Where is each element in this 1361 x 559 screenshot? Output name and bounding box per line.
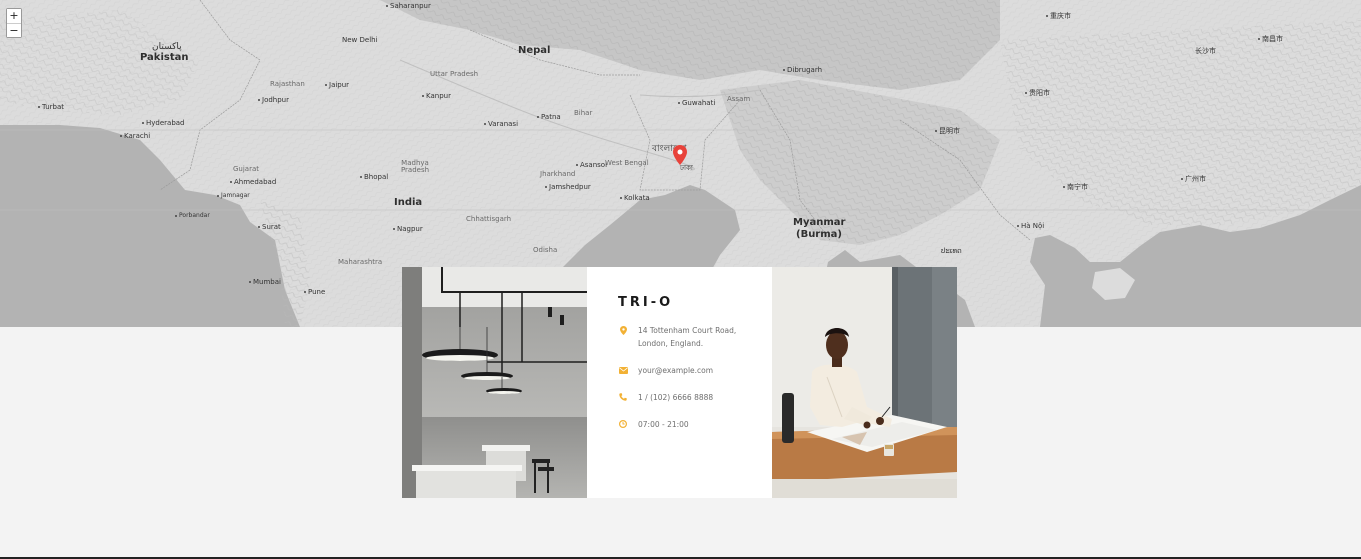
map-label: Jharkhand	[540, 170, 576, 178]
phone-text[interactable]: 1 / (102) 6666 8888	[638, 391, 713, 404]
email-link[interactable]: your@example.com	[638, 364, 713, 377]
map-label: Surat	[258, 224, 281, 231]
map-label: 贵阳市	[1025, 90, 1050, 97]
contact-info-panel: TRI-O 14 Tottenham Court Road, London, E…	[587, 267, 772, 498]
map-label: Jaipur	[325, 82, 349, 89]
map-label: Rajasthan	[270, 80, 305, 88]
map-label: Dibrugarh	[783, 67, 822, 74]
clock-icon	[618, 419, 628, 429]
map-label: West Bengal	[605, 159, 649, 167]
map-label: Bihar	[574, 109, 593, 117]
map-label: India	[394, 197, 423, 208]
phone-row: 1 / (102) 6666 8888	[618, 391, 772, 404]
map-label: ປະເທດ	[941, 247, 962, 255]
address-line-2: London, England.	[638, 339, 704, 348]
map-label: (Burma)	[796, 229, 842, 240]
map-label: Maharashtra	[338, 258, 383, 266]
map-label: Kanpur	[422, 93, 451, 100]
map-label: Guwahati	[678, 100, 715, 107]
map-label: Karachi	[120, 133, 150, 140]
map-label: Ahmedabad	[230, 179, 276, 186]
map-label: 重庆市	[1046, 13, 1071, 20]
hours-row: 07:00 - 21:00	[618, 418, 772, 431]
map-label: پاکستان	[152, 42, 182, 52]
hours-text: 07:00 - 21:00	[638, 420, 689, 429]
map-label: Nagpur	[393, 226, 423, 233]
map-label: 广州市	[1181, 176, 1206, 183]
map-label: Hyderabad	[142, 120, 185, 127]
map-label: Uttar Pradesh	[430, 70, 479, 78]
map-label: Varanasi	[484, 121, 518, 128]
map-marker-icon	[618, 325, 628, 335]
brand-name: TRI-O	[618, 295, 674, 310]
address-row: 14 Tottenham Court Road, London, England…	[618, 324, 772, 350]
map-label: Kolkata	[620, 195, 650, 202]
interior-photo	[402, 267, 587, 498]
map-label: Asansol	[576, 162, 607, 169]
address-line-1: 14 Tottenham Court Road,	[638, 326, 737, 335]
map-label: Hà Nội	[1017, 223, 1044, 230]
map-label: Odisha	[533, 246, 558, 254]
map-label: Nepal	[518, 45, 551, 56]
map-pin-icon[interactable]	[673, 145, 687, 165]
map-label: Madhya Pradesh	[400, 159, 430, 174]
map-label: Patna	[537, 114, 561, 121]
map-label: 南宁市	[1063, 184, 1088, 191]
phone-icon	[618, 392, 628, 402]
map-label: 昆明市	[935, 128, 960, 135]
map-label: 长沙市	[1195, 47, 1216, 55]
zoom-in-button[interactable]: +	[7, 9, 21, 23]
map-label: Pakistan	[140, 52, 189, 63]
map-label: Porbandar	[175, 213, 210, 219]
email-row: your@example.com	[618, 364, 772, 377]
map-label: Gujarat	[233, 165, 260, 173]
map-label: Turbat	[38, 104, 64, 111]
map-label: Pune	[304, 289, 325, 296]
contact-card-row: TRI-O 14 Tottenham Court Road, London, E…	[402, 267, 957, 498]
map-label: ঢাকা	[680, 164, 693, 172]
envelope-icon	[618, 365, 628, 375]
map-label: Jamnagar	[217, 193, 250, 199]
map-label: Myanmar	[793, 217, 846, 228]
map-label: Mumbai	[249, 279, 281, 286]
address-text: 14 Tottenham Court Road, London, England…	[638, 324, 736, 350]
map-label: 南昌市	[1258, 36, 1283, 43]
zoom-control: + −	[6, 8, 22, 38]
map-label: Bhopal	[360, 174, 388, 181]
map-label: New Delhi	[342, 36, 378, 44]
map-label: Saharanpur	[386, 3, 431, 10]
architect-photo	[772, 267, 957, 498]
map-label: Jamshedpur	[545, 184, 591, 191]
map-label: Jodhpur	[258, 97, 289, 104]
zoom-out-button[interactable]: −	[7, 23, 21, 37]
map-label: Chhattisgarh	[466, 215, 512, 223]
map-label: Assam	[727, 95, 751, 103]
